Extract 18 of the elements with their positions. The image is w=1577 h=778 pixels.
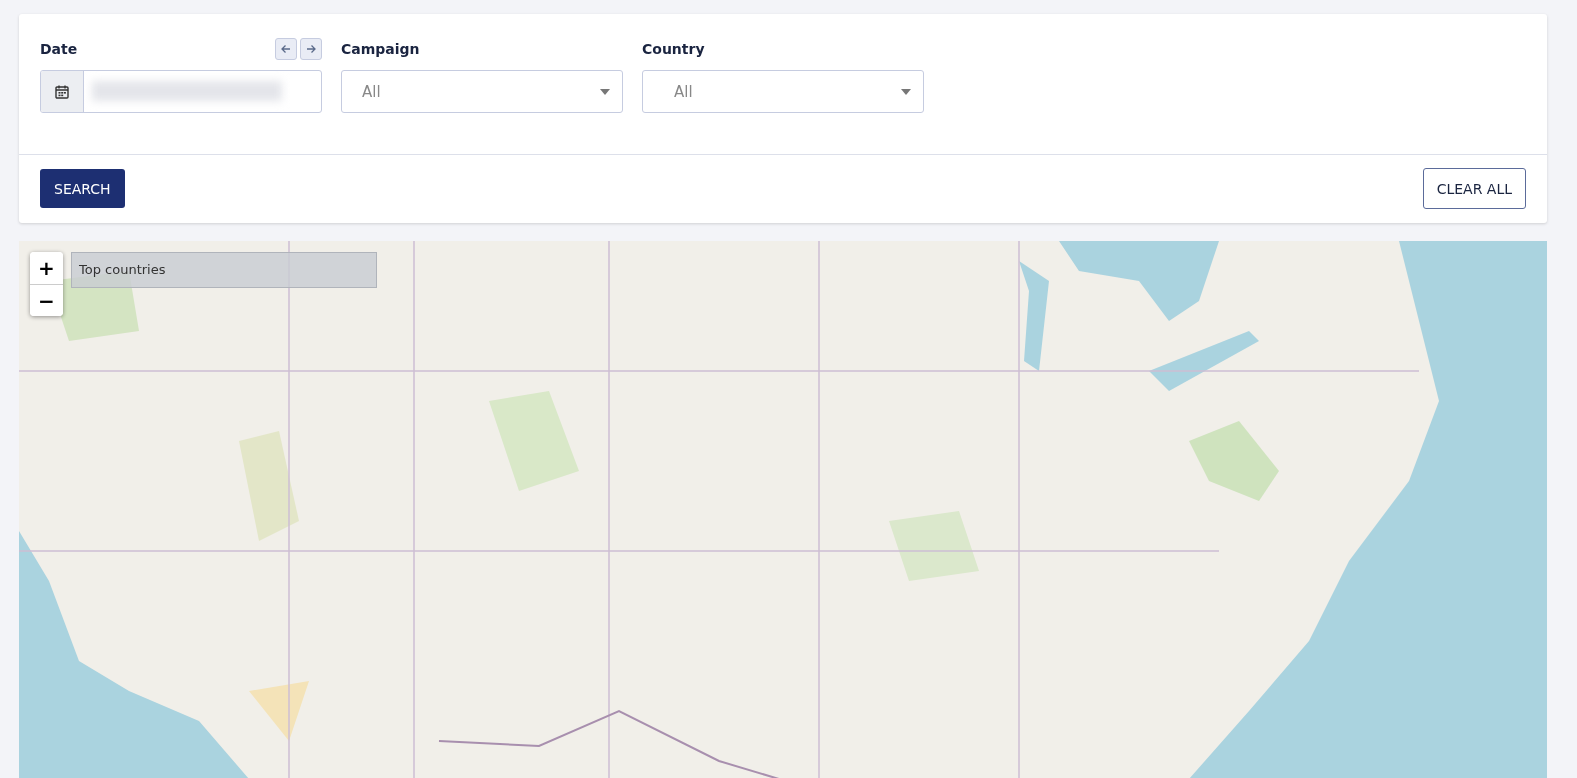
field-label: Date — [40, 41, 78, 57]
zoom-out-button[interactable]: − — [30, 284, 63, 316]
right-arrow-icon — [305, 43, 317, 55]
legend-panel: Top countries — [71, 252, 377, 288]
left-arrow-icon — [280, 43, 292, 55]
previous-button[interactable] — [275, 38, 297, 60]
calendar-icon — [54, 83, 70, 100]
field-label: Country — [642, 41, 705, 57]
zoom-in-button[interactable]: + — [30, 252, 63, 284]
next-button[interactable] — [300, 38, 322, 60]
caret-icon — [901, 88, 911, 95]
clear-all-button[interactable]: CLEAR ALL — [1422, 168, 1526, 209]
search-button[interactable]: SEARCH — [40, 169, 125, 208]
select-field[interactable]: All — [341, 70, 623, 113]
date-range-field[interactable] — [40, 70, 322, 113]
select-field[interactable]: All — [642, 70, 924, 113]
caret-icon — [600, 88, 610, 95]
field-label: Campaign — [341, 41, 420, 57]
